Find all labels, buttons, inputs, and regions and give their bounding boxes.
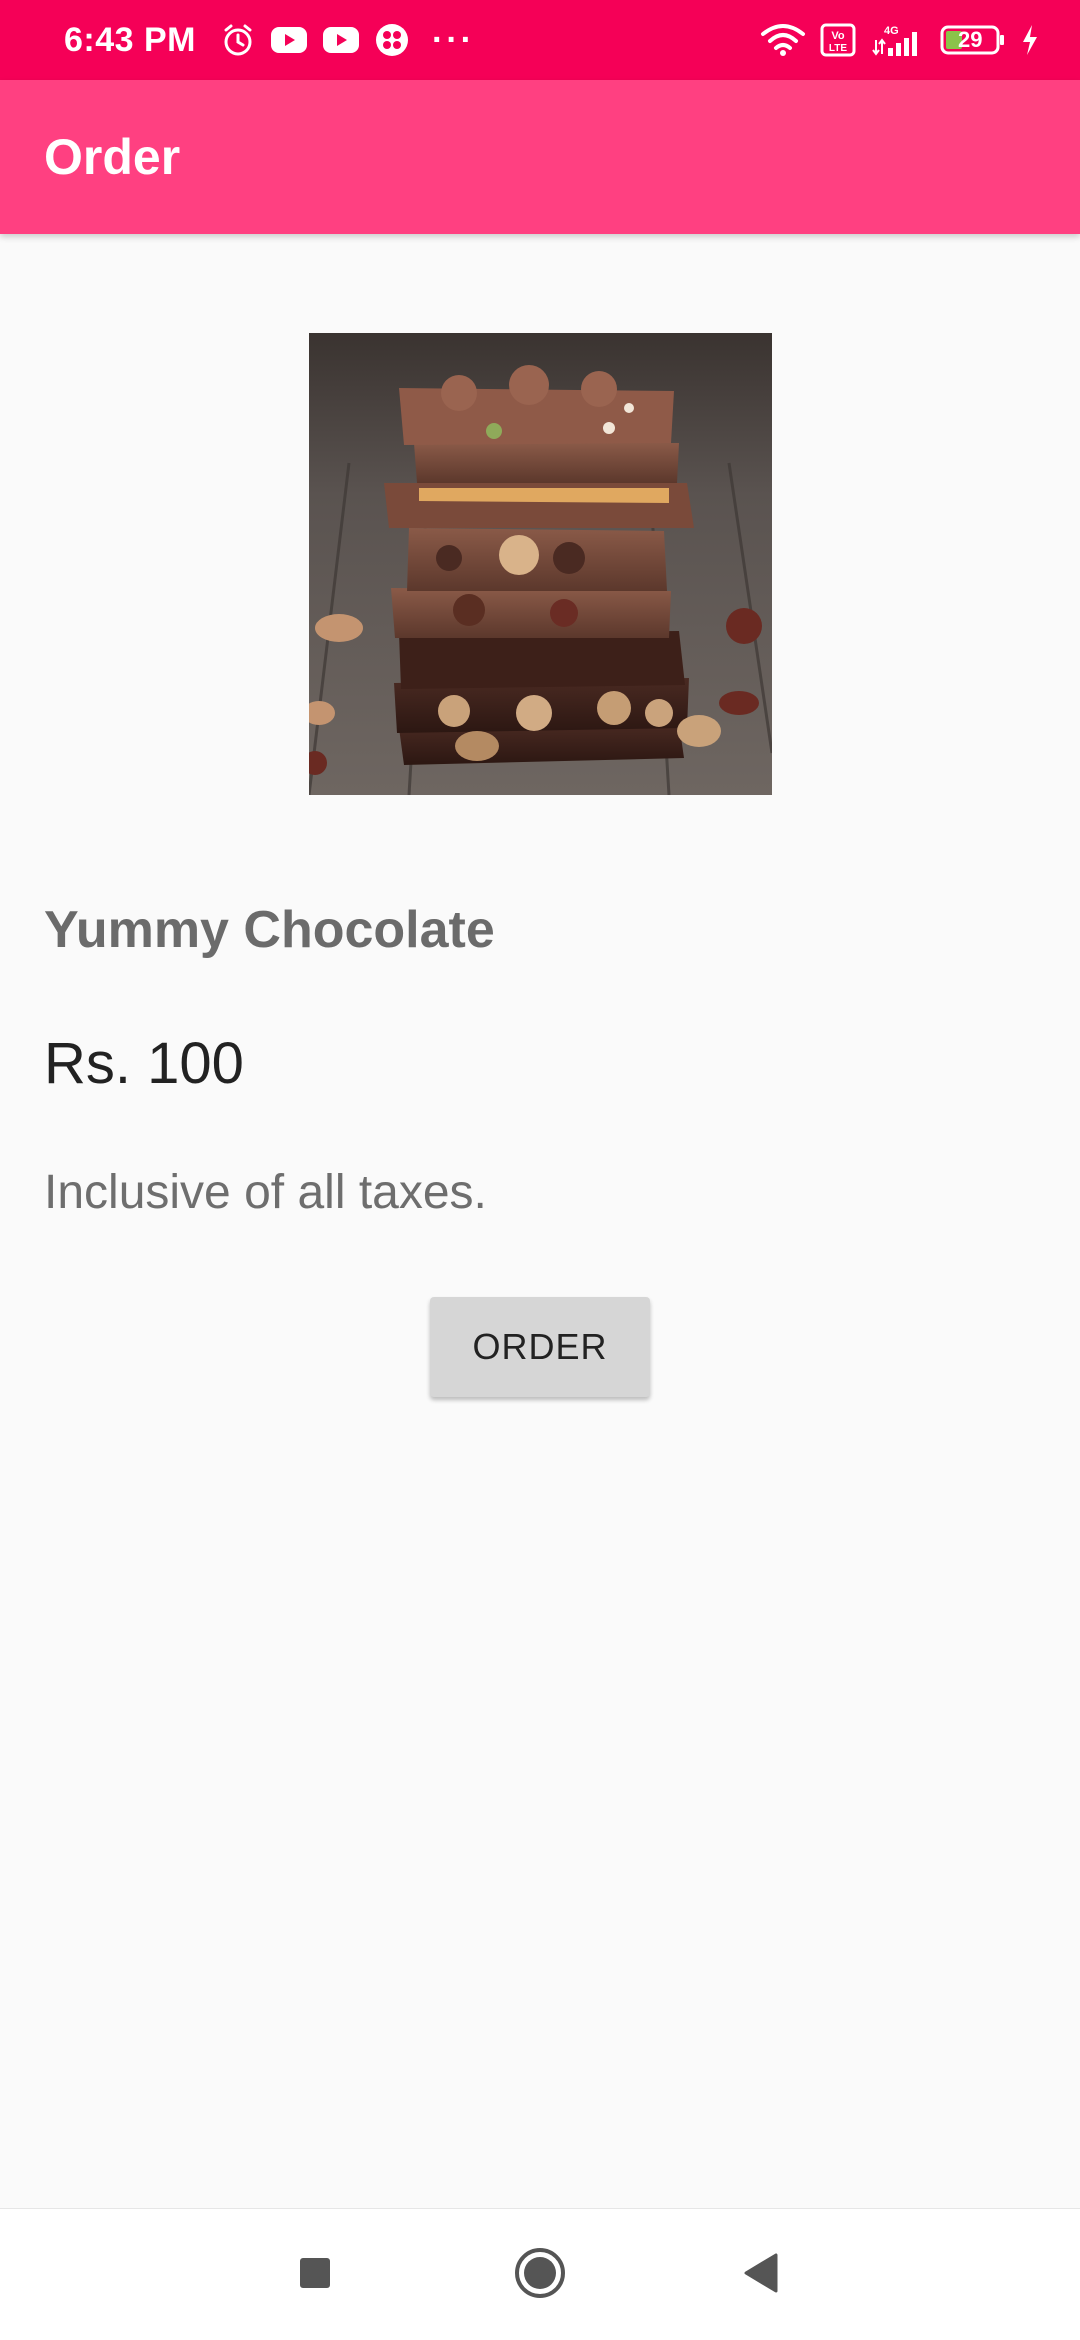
- home-button[interactable]: [490, 2225, 590, 2325]
- product-price: Rs. 100: [44, 1031, 244, 1096]
- volte-icon: Vo LTE: [820, 23, 856, 57]
- status-left: 6:43 PM ···: [64, 21, 475, 60]
- nav-bar: [0, 2208, 1080, 2340]
- status-right: Vo LTE 4G 29: [760, 22, 1040, 58]
- screen: 6:43 PM ··· Vo LTE 4G 29 Order Yummy Cho…: [0, 0, 1080, 2340]
- svg-text:4G: 4G: [884, 25, 899, 37]
- product-name: Yummy Chocolate: [44, 901, 495, 959]
- battery-icon: 29: [940, 23, 1006, 57]
- status-bar: 6:43 PM ··· Vo LTE 4G 29: [0, 0, 1080, 80]
- product-image: [309, 333, 772, 795]
- order-button[interactable]: ORDER: [430, 1297, 650, 1397]
- tax-note: Inclusive of all taxes.: [44, 1166, 487, 1219]
- recent-apps-button[interactable]: [265, 2225, 365, 2325]
- battery-level: 29: [958, 27, 983, 52]
- youtube-icon: [270, 25, 308, 55]
- back-icon: [742, 2253, 778, 2298]
- page-title: Order: [44, 129, 181, 185]
- more-notifications-icon: ···: [432, 20, 475, 59]
- chocolate-stack-image: [309, 333, 772, 795]
- home-icon: [514, 2247, 566, 2304]
- charging-icon: [1020, 23, 1040, 57]
- signal-4g-icon: 4G: [870, 22, 926, 58]
- recent-apps-icon: [298, 2256, 332, 2295]
- app-icon: [374, 22, 410, 58]
- wifi-icon: [760, 23, 806, 57]
- status-time: 6:43 PM: [64, 20, 196, 59]
- alarm-icon: [220, 22, 256, 58]
- youtube-icon: [322, 25, 360, 55]
- app-bar: Order: [0, 80, 1080, 234]
- svg-text:LTE: LTE: [829, 43, 847, 54]
- back-button[interactable]: [710, 2225, 810, 2325]
- svg-text:Vo: Vo: [831, 30, 845, 42]
